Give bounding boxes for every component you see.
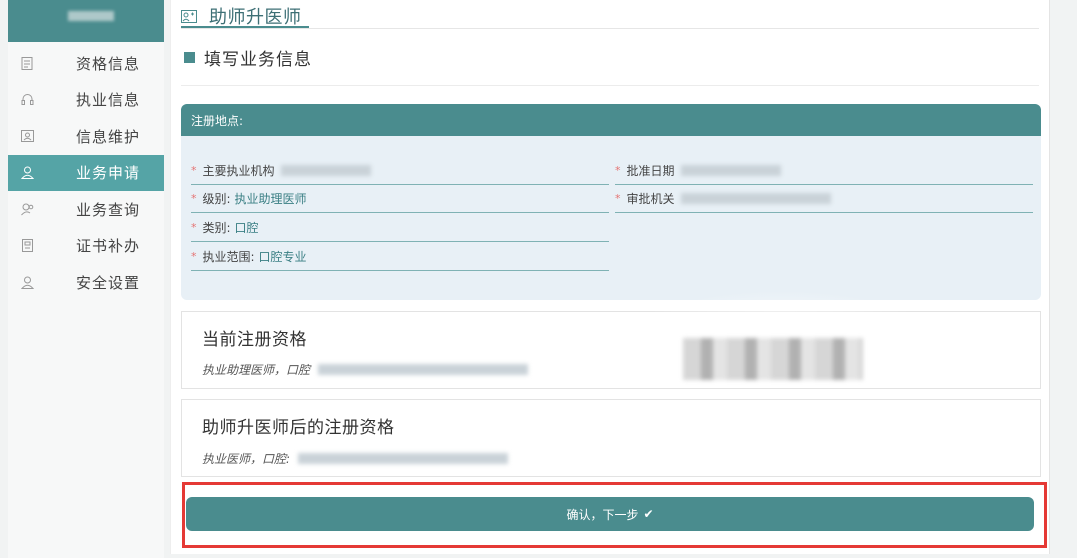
document-icon	[20, 56, 34, 70]
sidebar-item-practice[interactable]: 执业信息	[8, 82, 164, 119]
redacted-overlay	[683, 338, 863, 380]
redacted-value	[680, 193, 831, 204]
sidebar-item-label: 资格信息	[76, 54, 141, 73]
field-label: 主要执业机构	[202, 164, 275, 178]
confirm-next-button[interactable]: 确认，下一步 ✔	[186, 497, 1034, 531]
user-icon	[20, 166, 34, 180]
field-label: 级别:	[202, 192, 231, 206]
sidebar-item-business-query[interactable]: 业务查询	[8, 191, 164, 228]
field-level[interactable]: * 级别: 执业助理医师	[191, 185, 609, 213]
redacted-value	[298, 453, 509, 464]
sidebar-item-qualification[interactable]: 资格信息	[8, 45, 164, 82]
main-panel: 助师升医师 填写业务信息 注册地点: * 主要执业机构 * 级别: 执业助理医师…	[170, 0, 1050, 554]
user-search-icon	[20, 202, 34, 216]
section-divider	[181, 85, 1039, 86]
redacted-value	[318, 364, 529, 375]
profile-card-icon	[181, 9, 197, 23]
sidebar-item-maintenance[interactable]: 信息维护	[8, 118, 164, 155]
user-name-redacted	[68, 11, 114, 21]
sidebar-item-label: 安全设置	[76, 273, 141, 292]
field-scope[interactable]: * 执业范围: 口腔专业	[191, 243, 609, 271]
current-qualification-title: 当前注册资格	[202, 330, 307, 350]
sidebar-item-business-apply[interactable]: 业务申请	[8, 154, 164, 191]
title-divider	[181, 28, 1039, 29]
field-category[interactable]: * 类别: 口腔	[191, 214, 609, 242]
sidebar-item-label: 执业信息	[76, 91, 141, 110]
headset-icon	[20, 93, 34, 107]
certificate-icon	[20, 239, 34, 253]
field-label: 类别:	[202, 221, 231, 235]
confirm-label: 确认，下一步	[566, 507, 639, 522]
redacted-value	[680, 165, 781, 176]
section-title: 填写业务信息	[184, 45, 312, 70]
check-icon: ✔	[643, 507, 654, 521]
redacted-value	[280, 165, 371, 176]
section-marker-icon	[184, 52, 195, 63]
sidebar-header	[8, 0, 164, 42]
user-shield-icon	[20, 275, 34, 289]
field-label: 审批机关	[626, 192, 675, 206]
registration-card: 注册地点: * 主要执业机构 * 级别: 执业助理医师 * 类别: 口腔 * 执…	[181, 104, 1041, 300]
section-title-text: 填写业务信息	[204, 50, 312, 70]
registration-header: 注册地点:	[181, 104, 1041, 136]
sidebar: 资格信息 执业信息 信息维护 业务申请 业务查询 证书补办 安全设置	[8, 0, 164, 558]
field-value: 口腔专业	[258, 250, 307, 264]
target-qualification-text: 执业医师，口腔:	[202, 452, 291, 466]
sidebar-item-certificate-reissue[interactable]: 证书补办	[8, 228, 164, 265]
field-label: 批准日期	[626, 164, 675, 178]
field-institution[interactable]: * 主要执业机构	[191, 157, 609, 185]
field-value: 口腔	[234, 221, 259, 235]
current-qualification-text: 执业助理医师，口腔	[202, 363, 311, 377]
sidebar-item-label: 信息维护	[76, 127, 141, 146]
field-value: 执业助理医师	[234, 192, 307, 206]
id-card-icon	[20, 129, 34, 143]
field-approve-date[interactable]: * 批准日期	[615, 157, 1033, 185]
field-approve-org[interactable]: * 审批机关	[615, 185, 1033, 213]
target-qualification-box: 助师升医师后的注册资格 执业医师，口腔:	[181, 399, 1041, 477]
field-label: 执业范围:	[202, 250, 255, 264]
target-qualification-line: 执业医师，口腔:	[202, 450, 509, 467]
sidebar-item-security[interactable]: 安全设置	[8, 264, 164, 301]
target-qualification-title: 助师升医师后的注册资格	[202, 418, 395, 438]
sidebar-nav: 资格信息 执业信息 信息维护 业务申请 业务查询 证书补办 安全设置	[8, 45, 164, 301]
sidebar-item-label: 业务查询	[76, 200, 141, 219]
current-qualification-line: 执业助理医师，口腔	[202, 361, 529, 378]
sidebar-item-label: 证书补办	[76, 237, 141, 256]
sidebar-item-label: 业务申请	[76, 164, 141, 183]
